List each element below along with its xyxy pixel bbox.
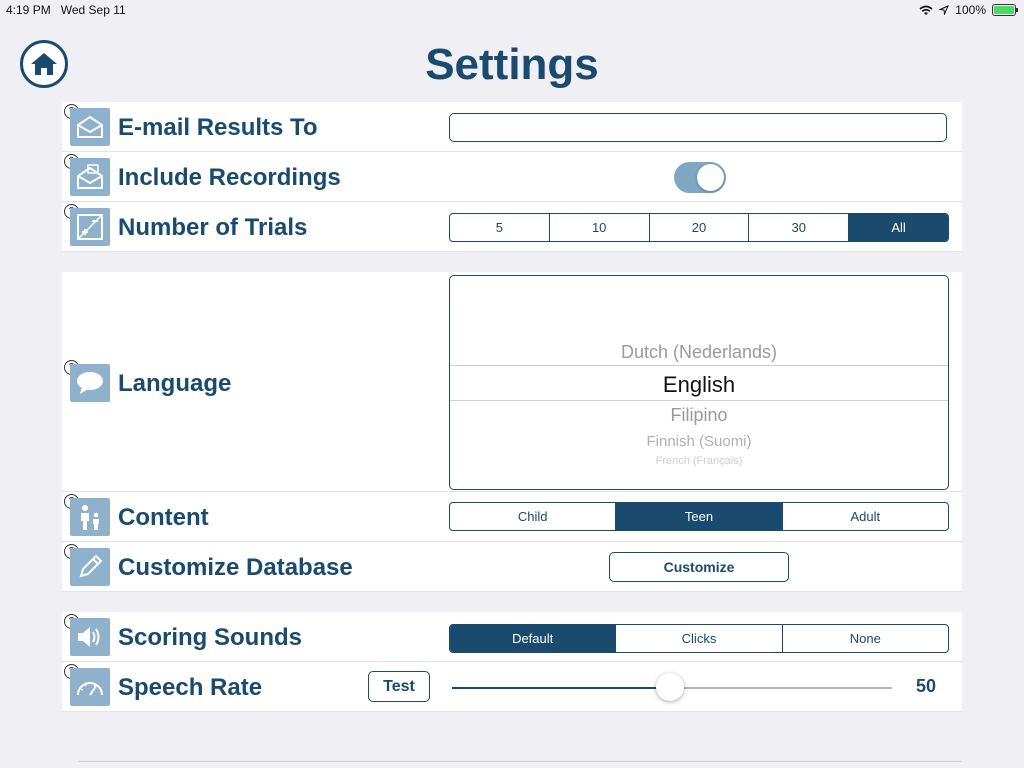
status-time: 4:19 PM [6, 3, 51, 17]
language-label: Language [118, 370, 232, 397]
row-content: ? Content Child Teen Adult [62, 492, 962, 542]
status-bar: 4:19 PM Wed Sep 11 100% [0, 0, 1024, 20]
speedometer-icon [70, 668, 110, 706]
content-label: Content [118, 504, 209, 531]
battery-icon [992, 4, 1018, 16]
battery-percent: 100% [955, 3, 986, 17]
pencil-icon [70, 548, 110, 586]
row-recordings: ? Include Recordings [62, 152, 962, 202]
slider-track-filled [452, 687, 670, 689]
row-customize: ? Customize Database Customize [62, 542, 962, 592]
test-button[interactable]: Test [368, 671, 430, 702]
email-label: E-mail Results To [118, 114, 318, 141]
row-trials: ? Number of Trials 5 10 20 30 All [62, 202, 962, 252]
status-right: 100% [919, 3, 1018, 17]
trials-option[interactable]: 20 [648, 214, 749, 241]
language-option[interactable]: French (Français) [450, 455, 948, 467]
language-option[interactable]: Dutch (Nederlands) [450, 342, 948, 363]
envelope-icon [70, 108, 110, 146]
scoring-segmented: Default Clicks None [449, 624, 949, 653]
speech-bubble-icon [70, 364, 110, 402]
content-option[interactable]: Child [450, 503, 615, 530]
plus-minus-icon [70, 208, 110, 246]
trials-segmented: 5 10 20 30 All [449, 213, 949, 242]
people-icon [70, 498, 110, 536]
status-date: Wed Sep 11 [60, 3, 126, 17]
trials-option[interactable]: 5 [450, 214, 549, 241]
scoring-option[interactable]: None [781, 625, 948, 652]
location-icon [939, 5, 950, 15]
email-field[interactable] [449, 113, 947, 142]
customize-label: Customize Database [118, 554, 353, 581]
row-language: ? Language Dutch (Nederlands) English Fi… [62, 272, 962, 492]
speech-label: Speech Rate [118, 674, 263, 701]
trials-option[interactable]: 30 [748, 214, 848, 241]
scoring-label: Scoring Sounds [118, 624, 303, 651]
language-picker[interactable]: Dutch (Nederlands) English Filipino Finn… [449, 275, 949, 490]
recordings-label: Include Recordings [118, 164, 341, 191]
speech-rate-slider-thumb[interactable] [656, 673, 684, 701]
scoring-option-selected[interactable]: Default [450, 625, 616, 652]
content-segmented: Child Teen Adult [449, 502, 949, 531]
status-time-date: 4:19 PM Wed Sep 11 [6, 3, 126, 17]
slider-track[interactable] [670, 687, 892, 689]
speech-rate-value: 50 [916, 676, 937, 696]
content-option-selected[interactable]: Teen [615, 503, 782, 530]
recordings-toggle[interactable] [674, 162, 726, 193]
content-option[interactable]: Adult [781, 503, 948, 530]
language-option-selected[interactable]: English [450, 372, 948, 398]
trials-option-selected[interactable]: All [848, 214, 948, 241]
scoring-option[interactable]: Clicks [615, 625, 781, 652]
language-option[interactable]: Filipino [450, 405, 948, 426]
wifi-icon [919, 5, 933, 15]
row-email: ? E-mail Results To [62, 102, 962, 152]
trials-option[interactable]: 10 [548, 214, 649, 241]
envelope-tape-icon [70, 158, 110, 196]
row-scoring: ? Scoring Sounds Default Clicks None [62, 612, 962, 662]
page-title: Settings [425, 40, 599, 89]
divider [78, 761, 962, 762]
customize-button[interactable]: Customize [609, 552, 789, 582]
language-option[interactable]: Finnish (Suomi) [450, 433, 948, 450]
trials-label: Number of Trials [118, 214, 308, 241]
row-speech: ? Speech Rate Test 50 [62, 662, 962, 712]
speaker-icon [70, 618, 110, 656]
